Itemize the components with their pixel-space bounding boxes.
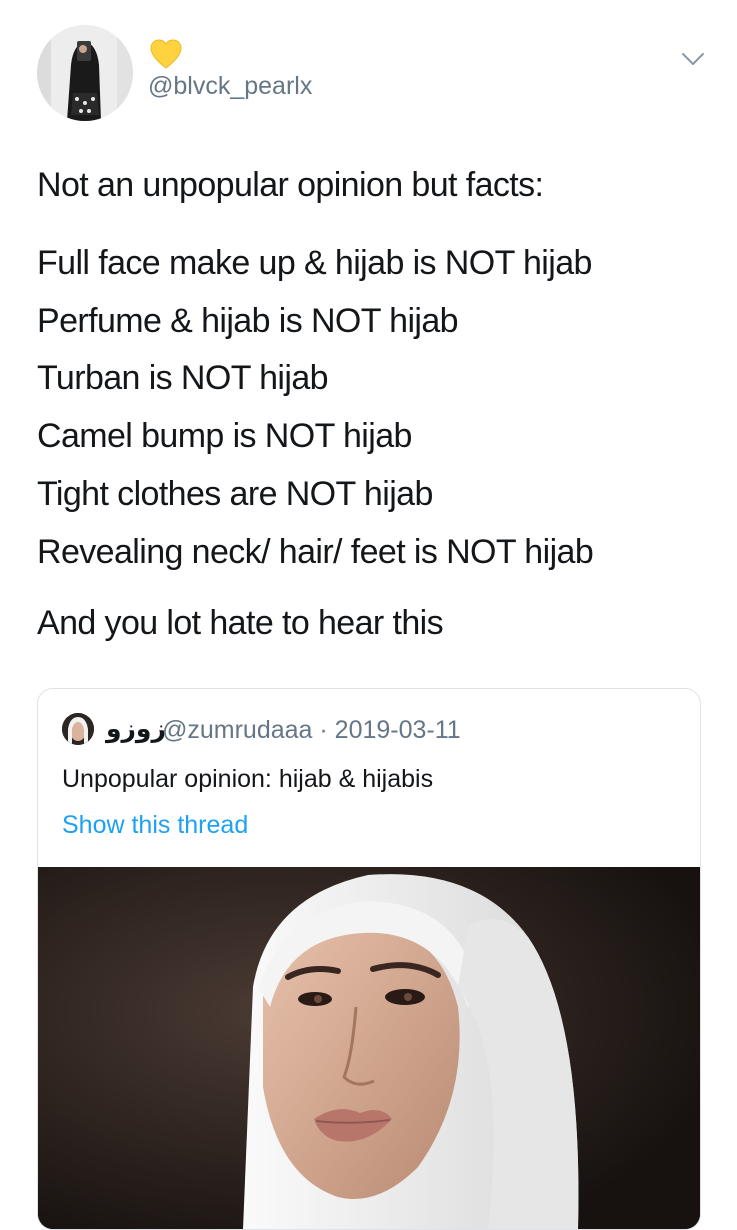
tweet-line: And you lot hate to hear this [37,604,444,642]
quoted-tweet[interactable]: زوزو @zumrudaaa · 2019-03-11 Unpopular o… [37,688,701,1230]
author-avatar[interactable] [37,25,133,121]
author-handle[interactable]: @blvck_pearlx [148,72,312,101]
tweet-line: Full face make up & hijab is NOT hijab [37,244,592,282]
tweet-line: Not an unpopular opinion but facts: [37,166,544,204]
quoted-date: 2019-03-11 [334,716,461,744]
quoted-display-name: زوزو [106,715,166,743]
quoted-avatar [62,713,94,745]
quoted-meta: @zumrudaaa · 2019-03-11 [162,716,461,745]
dot-separator: · [312,716,335,744]
yellow-heart-icon [148,36,184,72]
quoted-text: Unpopular opinion: hijab & hijabis [62,765,434,793]
tweet-line: Perfume & hijab is NOT hijab [37,302,459,340]
chevron-down-icon[interactable] [676,45,710,73]
quoted-handle: @zumrudaaa [162,716,313,744]
quoted-media-image[interactable] [38,867,700,1229]
tweet-line: Camel bump is NOT hijab [37,417,412,455]
show-thread-link[interactable]: Show this thread [62,811,248,840]
tweet-line: Revealing neck/ hair/ feet is NOT hijab [37,533,594,571]
tweet-line: Tight clothes are NOT hijab [37,475,433,513]
tweet-line: Turban is NOT hijab [37,359,329,397]
